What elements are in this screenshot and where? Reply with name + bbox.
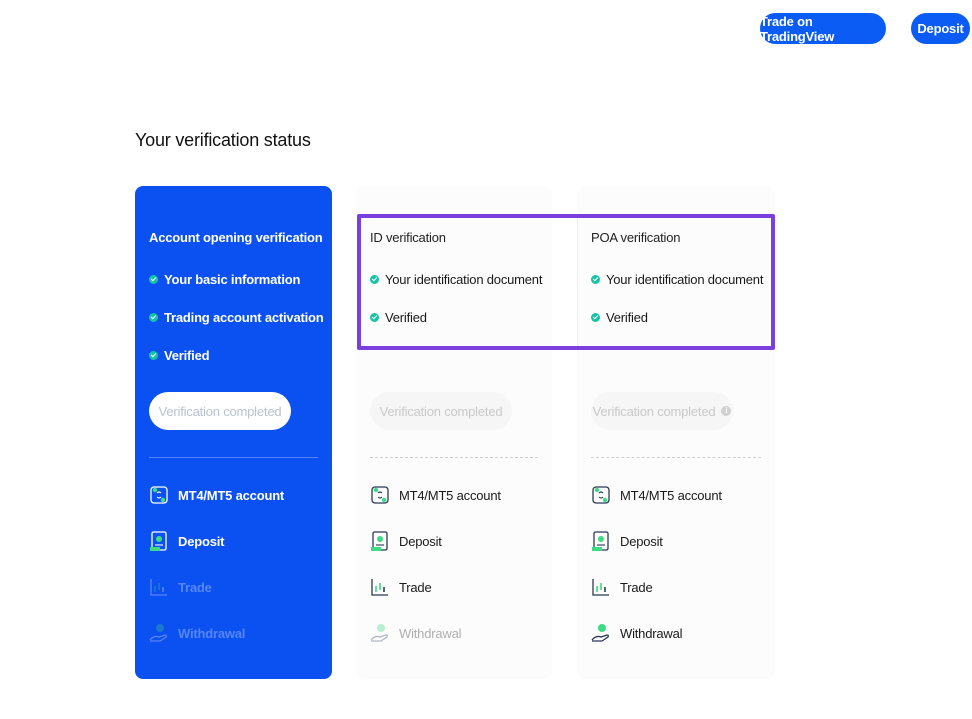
check-item: Verified bbox=[591, 310, 648, 325]
check-icon bbox=[370, 313, 379, 322]
step-deposit[interactable]: Deposit bbox=[591, 530, 663, 552]
step-label: Trade bbox=[178, 579, 212, 595]
check-item: Your basic information bbox=[149, 272, 300, 287]
verification-status-pill: Verification completed i bbox=[591, 392, 733, 430]
poa-verification-card: POA verification Your identification doc… bbox=[577, 186, 775, 679]
step-withdrawal[interactable]: Withdrawal bbox=[591, 622, 682, 644]
step-label: MT4/MT5 account bbox=[399, 487, 501, 503]
verification-status-pill: Verification completed bbox=[149, 392, 291, 430]
card-title: POA verification bbox=[591, 230, 681, 245]
deposit-document-icon bbox=[592, 531, 609, 551]
check-icon bbox=[149, 351, 158, 360]
step-withdrawal[interactable]: Withdrawal bbox=[370, 622, 461, 644]
trade-chart-icon bbox=[150, 579, 167, 596]
divider bbox=[370, 457, 538, 458]
check-icon bbox=[591, 275, 600, 284]
check-item: Your identification document bbox=[370, 272, 542, 287]
check-label: Trading account activation bbox=[164, 310, 324, 325]
step-label: Withdrawal bbox=[399, 625, 462, 641]
card-title: Account opening verification bbox=[149, 230, 323, 245]
step-label: Withdrawal bbox=[620, 625, 683, 641]
check-item: Verified bbox=[149, 348, 210, 363]
step-deposit[interactable]: Deposit bbox=[149, 530, 224, 552]
check-label: Verified bbox=[606, 310, 648, 325]
step-trade[interactable]: Trade bbox=[370, 576, 432, 598]
step-label: Trade bbox=[620, 579, 653, 595]
deposit-document-icon bbox=[150, 531, 167, 551]
check-label: Your identification document bbox=[385, 272, 543, 287]
divider bbox=[591, 457, 761, 458]
divider bbox=[149, 457, 318, 458]
id-verification-card: ID verification Your identification docu… bbox=[356, 186, 552, 679]
check-label: Your basic information bbox=[164, 272, 301, 287]
step-trade[interactable]: Trade bbox=[149, 576, 212, 598]
check-item: Verified bbox=[370, 310, 427, 325]
check-icon bbox=[149, 275, 158, 284]
check-label: Verified bbox=[164, 348, 210, 363]
step-label: Trade bbox=[399, 579, 432, 595]
status-label: Verification completed bbox=[592, 403, 716, 419]
withdrawal-hand-icon bbox=[149, 624, 167, 642]
check-item: Trading account activation bbox=[149, 310, 324, 325]
trade-on-tradingview-button[interactable]: Trade on TradingView bbox=[760, 13, 886, 44]
page-title: Your verification status bbox=[135, 130, 311, 150]
withdrawal-hand-icon bbox=[591, 624, 609, 642]
deposit-button[interactable]: Deposit bbox=[911, 13, 970, 44]
step-label: MT4/MT5 account bbox=[178, 487, 285, 503]
check-icon bbox=[370, 275, 379, 284]
withdrawal-hand-icon bbox=[370, 624, 388, 642]
step-label: Deposit bbox=[620, 533, 663, 549]
step-mt4-mt5-account[interactable]: MT4/MT5 account bbox=[591, 484, 722, 506]
account-opening-card: Account opening verification Your basic … bbox=[135, 186, 332, 679]
step-mt4-mt5-account[interactable]: MT4/MT5 account bbox=[149, 484, 284, 506]
account-icon bbox=[592, 486, 610, 504]
card-title: ID verification bbox=[370, 230, 446, 245]
trade-chart-icon bbox=[371, 579, 388, 596]
step-label: MT4/MT5 account bbox=[620, 487, 722, 503]
verification-status-pill: Verification completed bbox=[370, 392, 512, 430]
check-icon bbox=[591, 313, 600, 322]
check-icon bbox=[149, 313, 158, 322]
step-deposit[interactable]: Deposit bbox=[370, 530, 442, 552]
info-icon[interactable]: i bbox=[721, 406, 732, 416]
check-item: Your identification document bbox=[591, 272, 763, 287]
step-label: Deposit bbox=[178, 533, 225, 549]
column-separator bbox=[577, 218, 578, 346]
step-withdrawal[interactable]: Withdrawal bbox=[149, 622, 245, 644]
step-trade[interactable]: Trade bbox=[591, 576, 653, 598]
check-label: Your identification document bbox=[606, 272, 764, 287]
step-label: Deposit bbox=[399, 533, 442, 549]
account-icon bbox=[150, 486, 168, 504]
account-icon bbox=[371, 486, 389, 504]
trade-chart-icon bbox=[592, 579, 609, 596]
check-label: Verified bbox=[385, 310, 427, 325]
step-label: Withdrawal bbox=[178, 625, 246, 641]
deposit-document-icon bbox=[371, 531, 388, 551]
step-mt4-mt5-account[interactable]: MT4/MT5 account bbox=[370, 484, 501, 506]
